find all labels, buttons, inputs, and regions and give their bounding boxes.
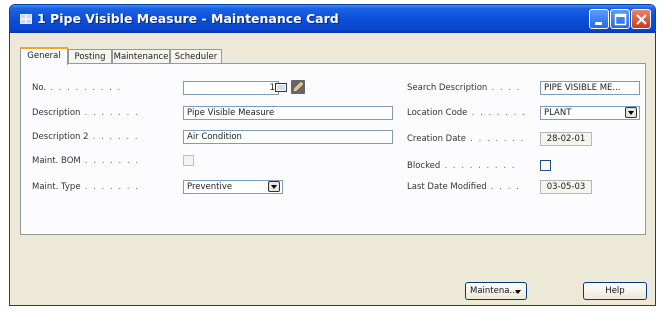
location-code-lookup-icon[interactable] xyxy=(625,107,637,118)
minimize-button[interactable] xyxy=(589,9,609,29)
maint-bom-label: Maint. BOM . . . . . . . xyxy=(32,156,140,166)
pencil-icon[interactable] xyxy=(291,80,305,94)
tab-scheduler-label: Scheduler xyxy=(174,52,218,62)
creation-date-label-text: Creation Date xyxy=(407,134,466,144)
creation-date-value: 28-02-01 xyxy=(546,134,586,144)
description2-field[interactable]: Air Condition xyxy=(183,130,393,144)
maximize-icon xyxy=(614,13,627,26)
help-button-label: Help xyxy=(605,286,625,296)
maint-type-value: Preventive xyxy=(187,182,233,192)
general-panel: No. . . . . . . . . . 1 Description . . … xyxy=(20,63,646,235)
tab-general-label: General xyxy=(27,51,61,61)
maint-type-dropdown-icon[interactable] xyxy=(268,181,280,192)
maint-type-label: Maint. Type . . . . . . . xyxy=(32,182,140,192)
maint-bom-label-text: Maint. BOM xyxy=(32,156,81,166)
tab-scheduler[interactable]: Scheduler xyxy=(170,49,222,64)
search-description-field[interactable]: PIPE VISIBLE ME... xyxy=(540,81,640,95)
no-field[interactable]: 1 xyxy=(183,81,279,95)
tab-maintenance[interactable]: Maintenance xyxy=(112,49,170,64)
lookup-icon[interactable] xyxy=(275,82,288,94)
no-label-text: No. xyxy=(32,83,47,93)
location-code-value: PLANT xyxy=(544,108,572,118)
search-description-label-text: Search Description xyxy=(407,83,488,93)
tab-posting-label: Posting xyxy=(74,52,106,62)
maint-type-label-text: Maint. Type xyxy=(32,182,81,192)
description2-label-text: Description 2 xyxy=(32,132,89,142)
blocked-label: Blocked . . . . . . . . . xyxy=(407,161,516,171)
last-date-modified-label: Last Date Modified . . . . xyxy=(407,182,521,192)
chevron-down-icon xyxy=(515,290,521,294)
location-code-label-text: Location Code xyxy=(407,108,468,118)
maximize-button[interactable] xyxy=(610,9,630,29)
description-value: Pipe Visible Measure xyxy=(187,108,275,118)
description-label: Description . . . . . . . xyxy=(32,108,140,118)
last-date-modified-label-text: Last Date Modified xyxy=(407,182,487,192)
close-icon xyxy=(636,14,647,25)
description-label-text: Description xyxy=(32,108,81,118)
search-description-value: PIPE VISIBLE ME... xyxy=(544,83,621,93)
search-description-label: Search Description . . . . xyxy=(407,83,521,93)
creation-date-field: 28-02-01 xyxy=(540,132,592,146)
help-button[interactable]: Help xyxy=(583,282,647,300)
close-button[interactable] xyxy=(631,9,651,29)
blocked-checkbox[interactable] xyxy=(540,160,551,171)
maint-bom-checkbox[interactable] xyxy=(183,155,194,166)
creation-date-label: Creation Date . . . . . . . xyxy=(407,134,525,144)
tab-maintenance-label: Maintenance xyxy=(113,52,169,62)
description2-label: Description 2 . . . . . . xyxy=(32,132,139,142)
title-bar[interactable]: 1 Pipe Visible Measure - Maintenance Car… xyxy=(10,5,655,33)
maintenance-card-window: 1 Pipe Visible Measure - Maintenance Car… xyxy=(9,4,656,306)
form-icon xyxy=(20,14,32,24)
last-date-modified-field: 03-05-03 xyxy=(540,180,592,194)
location-code-label: Location Code . . . . . . . xyxy=(407,108,527,118)
maintenance-menu-label: Maintena... xyxy=(470,286,518,296)
window-title: 1 Pipe Visible Measure - Maintenance Car… xyxy=(37,11,339,26)
blocked-label-text: Blocked xyxy=(407,161,441,171)
last-date-modified-value: 03-05-03 xyxy=(546,182,586,192)
description-field[interactable]: Pipe Visible Measure xyxy=(183,106,393,120)
tab-posting[interactable]: Posting xyxy=(68,49,112,64)
tab-general[interactable]: General xyxy=(20,47,68,65)
description2-value: Air Condition xyxy=(187,132,242,142)
minimize-icon xyxy=(595,22,602,25)
no-label: No. . . . . . . . . . xyxy=(32,83,122,93)
maintenance-menu-button[interactable]: Maintena... xyxy=(465,282,527,300)
